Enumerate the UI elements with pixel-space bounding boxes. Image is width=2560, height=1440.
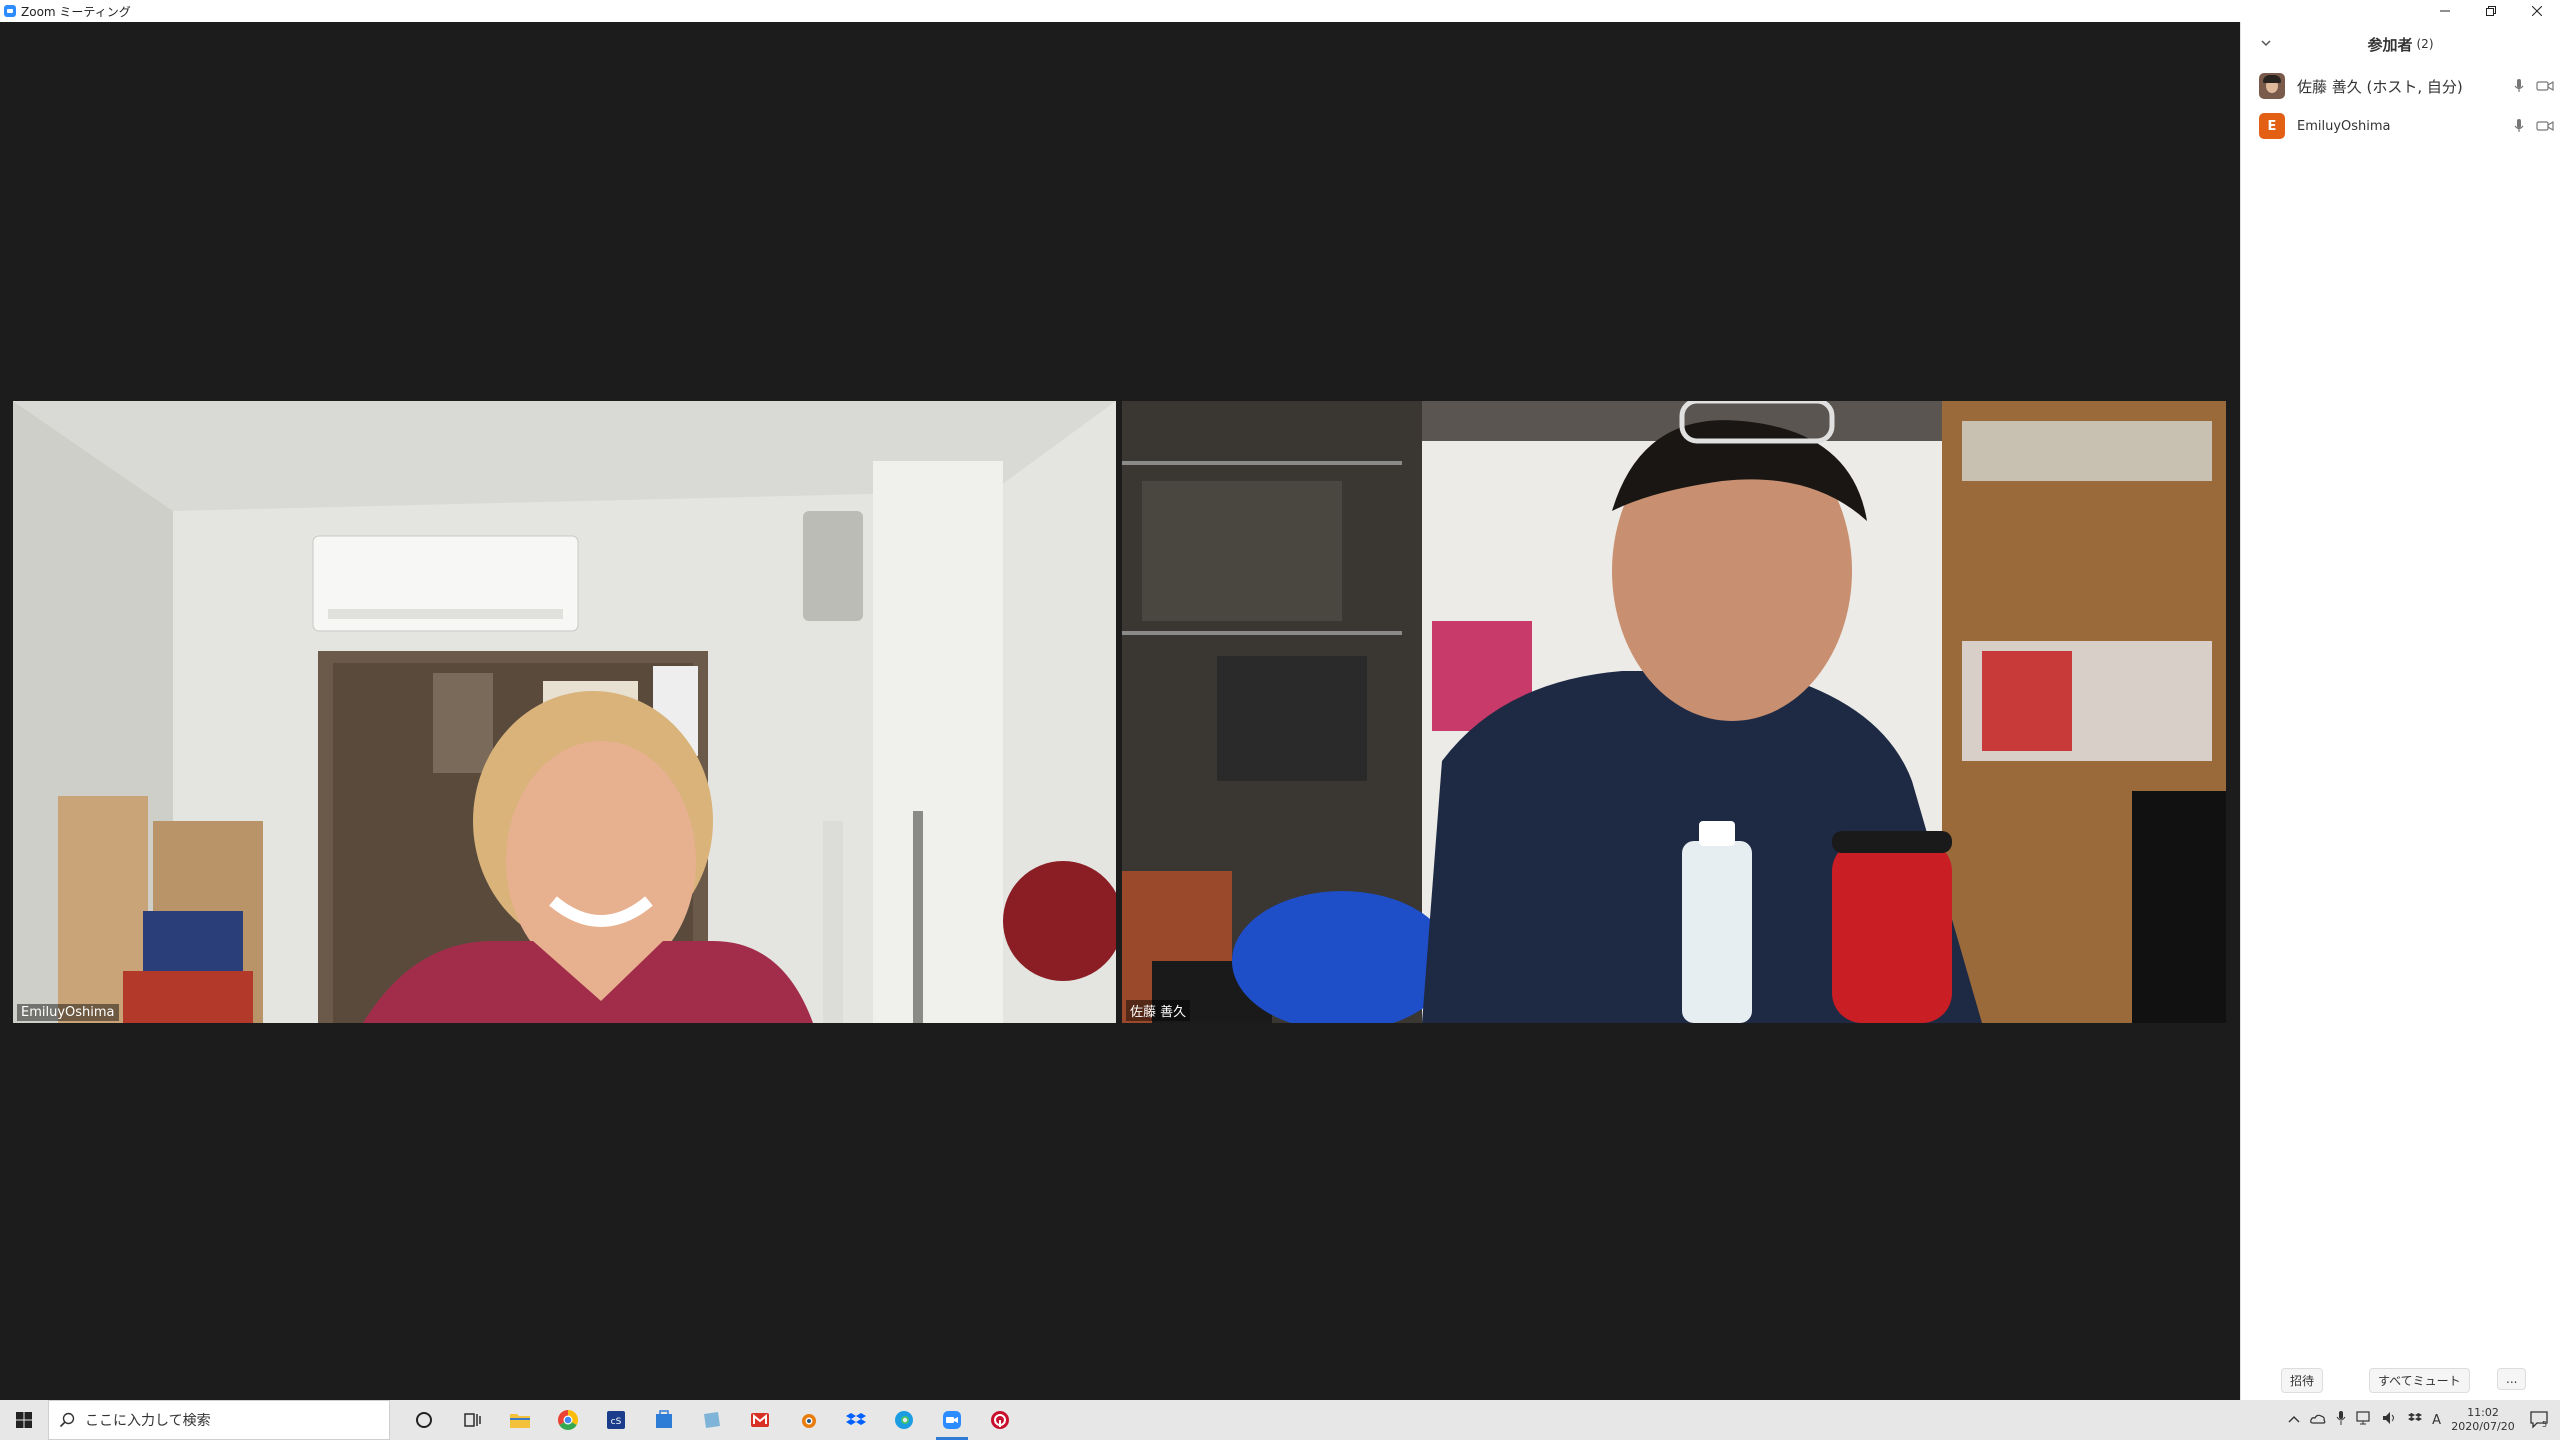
task-view-button[interactable] — [448, 1400, 496, 1440]
dropbox-tray-icon — [2408, 1413, 2423, 1421]
chevron-up-icon[interactable] — [2288, 1413, 2300, 1428]
restore-icon — [2486, 6, 2496, 16]
zoom-icon — [943, 1411, 961, 1429]
taskbar-app-blender[interactable] — [784, 1400, 832, 1440]
clock-date: 2020/07/20 — [2451, 1420, 2515, 1433]
search-placeholder: ここに入力して検索 — [85, 1413, 211, 1429]
taskbar: ここに入力して検索 cS A 11:02 2020/07/20 5 — [0, 1400, 2560, 1440]
more-button[interactable]: ... — [2497, 1368, 2527, 1390]
minimize-button[interactable] — [2422, 0, 2468, 22]
window-controls — [2422, 0, 2560, 22]
video-feed-room — [13, 401, 1116, 1023]
close-icon — [2532, 6, 2542, 16]
meeting-area: EmiluyOshima 佐藤 善久 — [0, 22, 2240, 1400]
taskbar-apps: cS — [400, 1400, 1024, 1440]
invite-button[interactable]: 招待 — [2281, 1368, 2324, 1393]
minimize-icon — [2440, 10, 2450, 12]
network-icon[interactable] — [2356, 1411, 2372, 1429]
video-feed-studio — [1122, 401, 2226, 1023]
taskbar-zoom[interactable] — [928, 1400, 976, 1440]
task-view-icon — [464, 1413, 481, 1427]
clock-time: 11:02 — [2467, 1406, 2499, 1419]
dropbox-icon — [846, 1413, 866, 1425]
microphone-icon[interactable] — [2510, 118, 2528, 134]
app-red-icon — [991, 1411, 1009, 1429]
participants-title: 参加者 — [2367, 35, 2413, 54]
notification-icon: 5 — [2530, 1411, 2548, 1429]
title-bar: Zoom ミーティング — [0, 0, 2560, 22]
tray-microphone-icon[interactable] — [2336, 1411, 2346, 1429]
taskbar-dropbox[interactable] — [832, 1400, 880, 1440]
taskbar-app-red[interactable] — [976, 1400, 1024, 1440]
system-tray: A 11:02 2020/07/20 5 — [2283, 1400, 2560, 1440]
participant-name: EmiluyOshima — [2297, 118, 2391, 134]
microphone-icon[interactable] — [2510, 78, 2528, 94]
clock[interactable]: 11:02 2020/07/20 — [2446, 1406, 2520, 1434]
chrome-icon — [558, 1410, 578, 1430]
speaker-icon — [2383, 1412, 2395, 1424]
taskbar-app-gmail[interactable] — [736, 1400, 784, 1440]
monitor-network-icon — [2356, 1411, 2370, 1425]
video-tile-emiluyoshima[interactable]: EmiluyOshima — [13, 401, 1116, 1023]
store-icon — [656, 1410, 672, 1428]
video-tile-sato[interactable]: 佐藤 善久 — [1122, 401, 2226, 1023]
chevron-down-icon[interactable] — [2259, 36, 2273, 50]
mail-icon — [751, 1413, 769, 1427]
video-name-label: EmiluyOshima — [17, 1004, 119, 1021]
participants-footer: 招待 すべてミュート ... — [2241, 1356, 2560, 1400]
participants-count: (2) — [2416, 37, 2434, 51]
taskbar-chrome[interactable] — [544, 1400, 592, 1440]
notes-icon — [704, 1412, 720, 1428]
taskbar-edge[interactable] — [880, 1400, 928, 1440]
onedrive-icon[interactable] — [2310, 1413, 2326, 1428]
participant-name: 佐藤 善久 (ホスト, 自分) — [2297, 77, 2463, 96]
app-tile-icon: cS — [607, 1411, 625, 1429]
ime-indicator[interactable]: A — [2432, 1413, 2441, 1428]
cloud-icon — [2310, 1414, 2326, 1424]
cortana-circle-icon — [416, 1412, 432, 1428]
mic-icon — [2336, 1411, 2346, 1425]
taskbar-explorer[interactable] — [496, 1400, 544, 1440]
participant-controls — [2510, 118, 2554, 134]
participant-row-guest[interactable]: E EmiluyOshima — [2241, 106, 2560, 146]
action-center-button[interactable]: 5 — [2520, 1400, 2560, 1440]
video-camera-icon[interactable] — [2536, 78, 2554, 94]
tray-dropbox-icon[interactable] — [2408, 1412, 2423, 1428]
mute-all-button[interactable]: すべてミュート — [2369, 1368, 2470, 1393]
video-name-label: 佐藤 善久 — [1126, 1000, 1191, 1021]
show-hidden-icons — [2288, 1415, 2300, 1422]
windows-logo-icon — [16, 1412, 32, 1428]
taskbar-app-store[interactable] — [640, 1400, 688, 1440]
video-camera-icon[interactable] — [2536, 118, 2554, 134]
participants-panel: 参加者 (2) 佐藤 善久 (ホスト, 自分) E EmiluyOshima 招… — [2240, 22, 2560, 1400]
avatar — [2259, 73, 2285, 99]
window-title: Zoom ミーティング — [21, 4, 131, 19]
taskbar-search-box[interactable]: ここに入力して検索 — [48, 1400, 390, 1440]
participants-header: 参加者 (2) — [2241, 22, 2560, 66]
blender-icon — [802, 1414, 816, 1428]
restore-button[interactable] — [2468, 0, 2514, 22]
avatar: E — [2259, 113, 2285, 139]
start-button[interactable] — [0, 1400, 48, 1440]
taskbar-app-blue[interactable]: cS — [592, 1400, 640, 1440]
participant-controls — [2510, 78, 2554, 94]
folder-icon — [510, 1414, 530, 1428]
volume-icon[interactable] — [2382, 1411, 2398, 1429]
search-icon — [59, 1412, 75, 1428]
close-button[interactable] — [2514, 0, 2560, 22]
taskbar-app-sticky[interactable] — [688, 1400, 736, 1440]
participant-row-host[interactable]: 佐藤 善久 (ホスト, 自分) — [2241, 66, 2560, 106]
svg-text:cS: cS — [611, 1417, 622, 1427]
edge-icon — [895, 1411, 913, 1429]
cortana-button[interactable] — [400, 1400, 448, 1440]
notification-count: 5 — [2542, 1420, 2547, 1429]
zoom-app-icon — [4, 5, 16, 17]
